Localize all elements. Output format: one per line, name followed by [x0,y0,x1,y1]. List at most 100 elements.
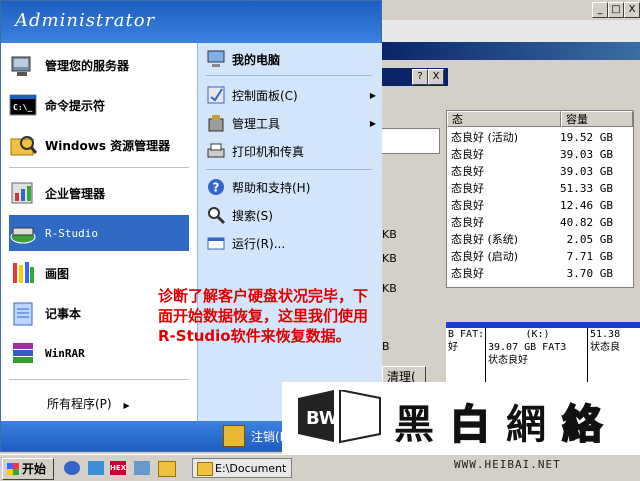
menu-item-help[interactable]: ? 帮助和支持(H) [206,175,376,199]
row-capacity: 7.71 GB [566,250,613,263]
menu-item-control-panel[interactable]: 控制面板(C) ▶ [206,83,382,107]
menu-separator [9,379,189,380]
size-fragment: KB [382,252,397,265]
logoff-button[interactable]: 注销(L) [223,425,291,447]
chevron-right-icon: ▶ [123,401,130,410]
table-row[interactable]: 态良好 12.46 GB [447,197,633,214]
menu-separator [206,75,372,76]
all-programs-button[interactable]: 所有程序(P) ▶ [47,395,130,412]
command-prompt-icon: C:\_ [9,91,37,119]
row-status: 态良好 [451,165,484,178]
folder-icon[interactable] [158,461,176,477]
menu-item-winrar[interactable]: WinRAR [9,335,85,371]
svg-text:C:\_: C:\_ [13,103,32,112]
svg-text:BW: BW [306,408,339,429]
menu-item-r-studio[interactable]: R-Studio [9,215,189,251]
app-icon[interactable] [134,461,150,475]
column-header-capacity[interactable]: 容量 [561,111,633,127]
admin-tools-icon [206,113,226,133]
table-row[interactable]: 态良好 40.82 GB [447,214,633,231]
row-status: 态良好 (启动) [451,250,519,263]
table-row[interactable]: 态良好 39.03 GB [447,163,633,180]
minimize-button[interactable]: _ [592,2,608,18]
chevron-right-icon: ▶ [369,118,376,128]
menu-item-enterprise-manager[interactable]: 企业管理器 [9,175,105,211]
menu-item-admin-tools[interactable]: 管理工具 ▶ [206,111,382,135]
help-button[interactable]: ? [412,69,428,85]
r-studio-icon [9,219,37,247]
close-button[interactable]: X [624,2,640,18]
volume-list[interactable]: 态 容量 态良好 (活动) 19.52 GB 态良好 39.03 GB 态良好 39.03… [446,110,634,288]
tutorial-caption: 诊断了解客户硬盘状况完毕，下 面开始数据恢复，这里我们使用 R-Studio软件… [158,287,369,345]
menu-item-windows-explorer[interactable]: Windows 资源管理器 [9,127,170,163]
row-capacity: 51.33 GB [560,182,613,195]
row-capacity: 12.46 GB [560,199,613,212]
enterprise-manager-icon [9,179,37,207]
disk-partition[interactable]: (K:) 39.07 GB FAT3 状态良好 [486,328,588,390]
table-row[interactable]: 态良好 39.03 GB [447,146,633,163]
user-name: Administrator [15,10,156,31]
menu-item-notepad[interactable]: 记事本 [9,295,81,331]
paint-icon [9,259,37,287]
table-row[interactable]: 态良好 (活动) 19.52 GB [447,129,633,146]
winrar-icon [9,339,37,367]
watermark-char: 黑 [394,402,434,448]
menu-separator [206,169,372,170]
background-window-titlebar: _ □ X [380,0,640,21]
bw-logo-icon: BW [298,390,381,444]
server-icon [9,51,37,79]
windows-flag-icon [7,463,19,475]
taskbar-item-explorer[interactable]: E:\Document [192,458,292,478]
menu-item-printers[interactable]: 打印机和传真 [206,139,376,163]
row-status: 态良好 (活动) [451,131,519,144]
row-status: 态良好 [451,199,484,212]
menu-item-paint[interactable]: 画图 [9,255,69,291]
computer-icon [206,49,226,69]
background-toolbar [380,20,640,42]
start-menu-header: Administrator [1,1,381,43]
menu-item-command-prompt[interactable]: C:\_ 命令提示符 [9,87,105,123]
menu-item-run[interactable]: 运行(R)... [206,231,376,255]
watermark-char: 白 [449,401,491,449]
row-status: 态良好 [451,182,484,195]
disk-partition[interactable]: 51.38 状态良 [588,328,640,390]
table-row[interactable]: 态良好 (系统) 2.05 GB [447,231,633,248]
row-capacity: 2.05 GB [566,233,613,246]
row-status: 态良好 [451,216,484,229]
disk-partition[interactable]: B FAT: 好 [446,328,486,390]
menu-item-manage-server[interactable]: 管理您的服务器 [9,47,129,83]
watermark: BW 黑 白 網 絡 [282,382,640,454]
row-status: 态良好 (系统) [451,233,519,246]
row-capacity: 19.52 GB [560,131,613,144]
folder-icon [197,462,213,476]
svg-text:?: ? [213,181,220,195]
column-header-status[interactable]: 态 [447,111,561,127]
row-capacity: 39.03 GB [560,148,613,161]
row-capacity: 40.82 GB [560,216,613,229]
maximize-button[interactable]: □ [608,2,624,18]
notepad-icon [9,299,37,327]
printer-icon [206,141,226,161]
dialog-titlebar: ? X [380,68,448,86]
dialog-close-button[interactable]: X [428,69,444,85]
outlook-icon[interactable] [88,461,104,475]
search-icon [206,205,226,225]
hex-editor-icon[interactable]: HEX [110,461,126,475]
start-button[interactable]: 开始 [2,458,54,480]
background-field [380,128,440,154]
row-capacity: 3.70 GB [566,267,613,280]
ie-icon[interactable] [64,461,80,475]
row-status: 态良好 [451,148,484,161]
table-row[interactable]: 态良好 51.33 GB [447,180,633,197]
menu-item-search[interactable]: 搜索(S) [206,203,376,227]
table-row[interactable]: 态良好 (启动) 7.71 GB [447,248,633,265]
watermark-url: WWW.HEIBAI.NET [454,458,561,471]
system-links: 我的电脑 控制面板(C) ▶ 管理工具 ▶ 打印机和传真 ? 帮助和支持(H) … [197,43,382,421]
pinned-programs: 管理您的服务器 C:\_ 命令提示符 Windows 资源管理器 企业管理器 R… [1,43,197,421]
explorer-icon [9,131,38,159]
menu-item-my-computer[interactable]: 我的电脑 [206,47,376,71]
watermark-char: 絡 [561,401,603,449]
background-window-titlebar-2 [380,42,640,60]
control-panel-icon [206,85,226,105]
table-row[interactable]: 态良好 3.70 GB [447,265,633,282]
